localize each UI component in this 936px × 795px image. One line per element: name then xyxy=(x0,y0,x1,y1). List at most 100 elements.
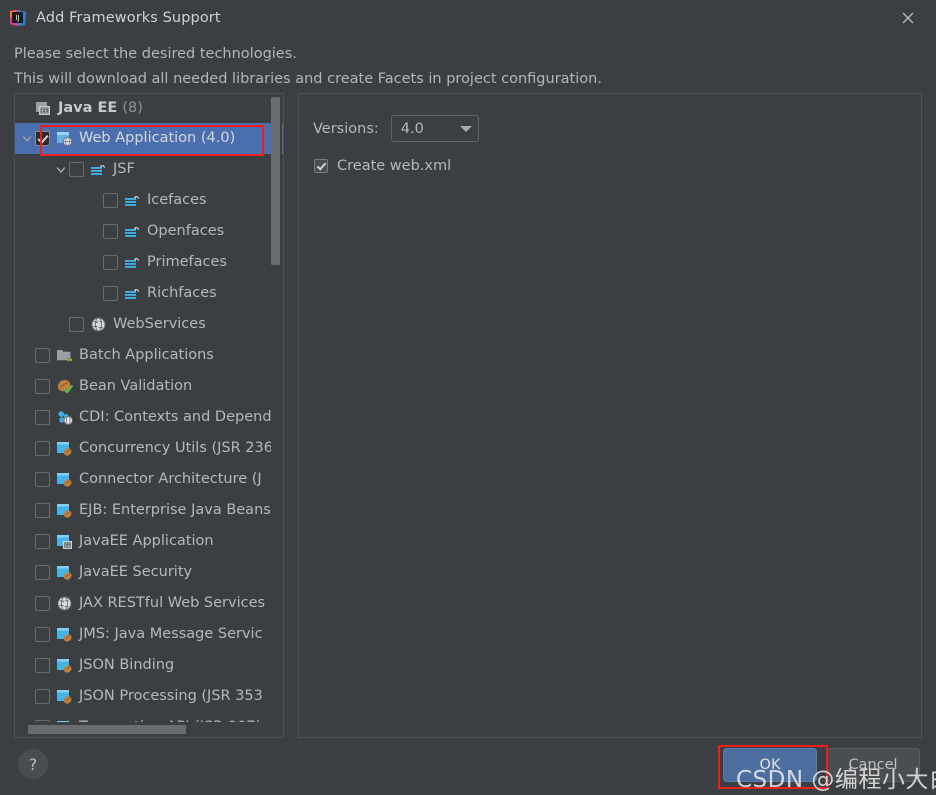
tree-item-label: Icefaces xyxy=(147,192,207,208)
tree-item-label: Web Application (4.0) xyxy=(79,130,236,146)
svg-text:IJ: IJ xyxy=(15,14,19,22)
framework-checkbox[interactable] xyxy=(35,441,50,456)
tree-vertical-scrollbar[interactable] xyxy=(271,95,282,722)
tree-item-label: CDI: Contexts and Depend xyxy=(79,409,272,425)
tree-row[interactable]: EE JavaEE Application xyxy=(15,526,283,557)
framework-checkbox[interactable] xyxy=(103,255,118,270)
tree-row[interactable]: WebServices xyxy=(15,309,283,340)
versions-select[interactable]: 4.0 xyxy=(390,115,479,142)
framework-checkbox[interactable] xyxy=(69,162,84,177)
framework-checkbox[interactable] xyxy=(35,689,50,704)
framework-checkbox[interactable] xyxy=(35,131,50,146)
framework-checkbox[interactable] xyxy=(35,472,50,487)
versions-label: Versions: xyxy=(313,120,379,137)
javaee-app-icon: EE xyxy=(56,533,73,550)
tree-row-root[interactable]: EE Java EE (8) xyxy=(15,94,283,123)
bean-check-icon xyxy=(56,378,73,395)
tree-row[interactable]: JAX RESTful Web Services xyxy=(15,588,283,619)
framework-checkbox[interactable] xyxy=(69,317,84,332)
window-title: Add Frameworks Support xyxy=(36,10,221,26)
cdi-icon xyxy=(56,409,73,426)
tree-row[interactable]: Bean Validation xyxy=(15,371,283,402)
tree-item-label: Connector Architecture (J xyxy=(79,471,262,487)
tree-item-label: JavaEE Application xyxy=(79,533,214,549)
framework-checkbox[interactable] xyxy=(35,503,50,518)
tree-root-count: (8) xyxy=(122,100,143,116)
jsf-icon xyxy=(124,223,141,240)
framework-checkbox[interactable] xyxy=(35,720,50,722)
tree-horizontal-scroll-thumb[interactable] xyxy=(28,725,186,734)
framework-checkbox[interactable] xyxy=(103,224,118,239)
tree-row[interactable]: Richfaces xyxy=(15,278,283,309)
java-bean-icon xyxy=(56,719,73,722)
jsf-icon xyxy=(124,192,141,209)
tree-item-label: Concurrency Utils (JSR 236 xyxy=(79,440,273,456)
java-bean-icon xyxy=(56,471,73,488)
framework-checkbox[interactable] xyxy=(35,410,50,425)
tree-item-label: JAX RESTful Web Services xyxy=(79,595,266,611)
framework-checkbox[interactable] xyxy=(35,627,50,642)
tree-row[interactable]: EJB: Enterprise Java Beans xyxy=(15,495,283,526)
tree-root-label: Java EE (8) xyxy=(58,100,143,116)
tree-row[interactable]: JSON Processing (JSR 353 xyxy=(15,681,283,712)
tree-row[interactable]: Web Application (4.0) xyxy=(15,123,283,154)
tree-row[interactable]: Concurrency Utils (JSR 236 xyxy=(15,433,283,464)
globe-icon xyxy=(90,316,107,333)
chevron-down-icon xyxy=(459,125,472,132)
framework-checkbox[interactable] xyxy=(35,348,50,363)
svg-text:EE: EE xyxy=(41,109,47,115)
tree-row[interactable]: JavaEE Security xyxy=(15,557,283,588)
tree-row[interactable]: JMS: Java Message Servic xyxy=(15,619,283,650)
java-bean-icon xyxy=(56,564,73,581)
java-bean-icon xyxy=(56,657,73,674)
framework-checkbox[interactable] xyxy=(103,193,118,208)
java-bean-icon xyxy=(56,688,73,705)
framework-checkbox[interactable] xyxy=(35,379,50,394)
framework-checkbox[interactable] xyxy=(35,658,50,673)
jsf-icon xyxy=(124,254,141,271)
tree-row[interactable]: CDI: Contexts and Depend xyxy=(15,402,283,433)
cancel-button[interactable]: Cancel xyxy=(826,748,920,782)
chevron-down-icon[interactable] xyxy=(19,123,35,154)
tree-item-label: WebServices xyxy=(113,316,206,332)
tree-row[interactable]: Primefaces xyxy=(15,247,283,278)
tree-row[interactable]: JSF xyxy=(15,154,283,185)
close-icon[interactable] xyxy=(880,0,936,36)
tree-item-label: Primefaces xyxy=(147,254,227,270)
chevron-down-icon[interactable] xyxy=(53,154,69,185)
create-webxml-row[interactable]: Create web.xml xyxy=(314,158,921,174)
tree-row[interactable]: Icefaces xyxy=(15,185,283,216)
java-bean-icon xyxy=(56,502,73,519)
framework-checkbox[interactable] xyxy=(35,565,50,580)
tree-row[interactable]: Openfaces xyxy=(15,216,283,247)
tree-item-label: JSON Processing (JSR 353 xyxy=(79,688,263,704)
framework-checkbox[interactable] xyxy=(35,534,50,549)
web-app-icon xyxy=(56,130,73,147)
frameworks-tree-panel: EE Java EE (8) Web Application (4.0) JSF Ice… xyxy=(14,93,284,738)
svg-text:EE: EE xyxy=(65,543,71,549)
tree-row[interactable]: Batch Applications xyxy=(15,340,283,371)
tree-row[interactable]: JSON Binding xyxy=(15,650,283,681)
framework-checkbox[interactable] xyxy=(35,596,50,611)
folder-icon xyxy=(56,347,73,364)
help-button[interactable]: ? xyxy=(18,749,48,779)
create-webxml-checkbox[interactable] xyxy=(314,159,328,173)
tree-item-label: Richfaces xyxy=(147,285,217,301)
versions-row: Versions: 4.0 xyxy=(313,115,921,142)
window-titlebar: IJ Add Frameworks Support xyxy=(0,0,936,36)
tree-vertical-scroll-thumb[interactable] xyxy=(271,97,280,265)
tree-item-label: Bean Validation xyxy=(79,378,193,394)
tree-item-label: JMS: Java Message Servic xyxy=(79,626,263,642)
tree-horizontal-scrollbar[interactable] xyxy=(16,724,272,736)
framework-checkbox[interactable] xyxy=(103,286,118,301)
tree-row[interactable]: Transaction API (JSR 907) xyxy=(15,712,283,722)
dialog-content: EE Java EE (8) Web Application (4.0) JSF Ice… xyxy=(14,93,922,738)
frameworks-tree[interactable]: EE Java EE (8) Web Application (4.0) JSF Ice… xyxy=(15,94,283,722)
tree-row[interactable]: Connector Architecture (J xyxy=(15,464,283,495)
dialog-description: Please select the desired technologies. … xyxy=(0,36,936,92)
tree-item-label: Batch Applications xyxy=(79,347,214,363)
create-webxml-label: Create web.xml xyxy=(337,158,452,174)
jsf-icon xyxy=(90,161,107,178)
tree-item-label: Transaction API (JSR 907) xyxy=(79,719,261,722)
ok-button[interactable]: OK xyxy=(723,748,817,782)
